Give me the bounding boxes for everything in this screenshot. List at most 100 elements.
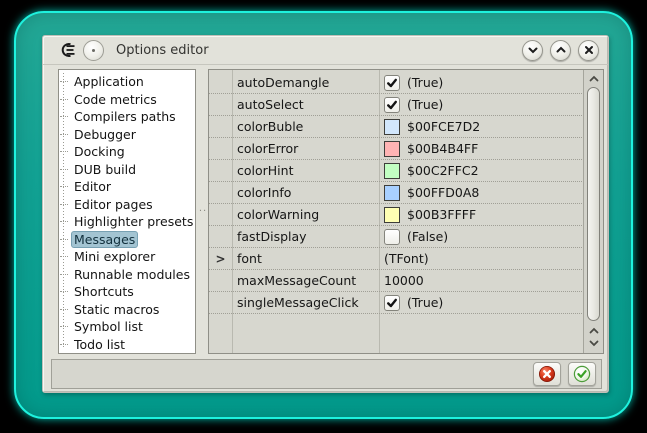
checkbox-checked[interactable] [384,97,400,113]
property-row-singlemessageclick[interactable]: singleMessageClick (True) [209,292,582,314]
window-menu-button[interactable] [83,40,104,61]
color-swatch[interactable] [384,119,400,135]
property-value[interactable]: 10000 [379,273,582,288]
chevron-up-icon [588,326,600,335]
color-swatch[interactable] [384,141,400,157]
expand-arrow-icon[interactable]: > [209,252,232,266]
shade-button[interactable] [522,40,543,61]
property-value[interactable]: $00B3FFFF [379,207,582,223]
sidebar-item-label: Editor pages [71,197,156,212]
color-swatch[interactable] [384,207,400,223]
sidebar-item-application[interactable]: Application [59,73,195,91]
tree-branch-icon [60,291,68,292]
sidebar-item-highlighter-presets[interactable]: Highlighter presets [59,213,195,231]
sidebar-item-static-macros[interactable]: Static macros [59,301,195,319]
tree-branch-icon [60,204,68,205]
property-name: colorInfo [232,185,379,200]
checkmark-icon [386,297,398,309]
property-row-maxmessagecount[interactable]: maxMessageCount10000 [209,270,582,292]
property-name: colorHint [232,163,379,178]
sidebar-item-editor[interactable]: Editor [59,178,195,196]
property-name: colorWarning [232,207,379,222]
property-name: autoDemangle [232,75,379,90]
sidebar-item-shortcuts[interactable]: Shortcuts [59,283,195,301]
property-value[interactable]: $00B4B4FF [379,141,582,157]
sidebar-item-label: Highlighter presets [71,214,196,229]
property-value[interactable]: (True) [379,295,582,311]
dot-icon [92,49,95,52]
property-value-text: $00C2FFC2 [407,163,479,178]
property-name: maxMessageCount [232,273,379,288]
property-row-colorhint[interactable]: colorHint $00C2FFC2 [209,160,582,182]
scroll-up-button-bottom[interactable] [586,324,601,337]
close-button[interactable] [578,40,599,61]
desktop-background: Options editor ApplicationCode metricsCo… [0,0,647,433]
color-swatch[interactable] [384,163,400,179]
property-name: singleMessageClick [232,295,379,310]
sidebar-item-symbol-list[interactable]: Symbol list [59,318,195,336]
grid-vertical-scrollbar[interactable] [583,70,603,353]
accept-button[interactable] [568,362,596,386]
sidebar-item-label: Debugger [71,127,139,142]
splitter[interactable]: ·· [198,69,208,354]
checkbox-checked[interactable] [384,75,400,91]
chevron-down-icon [527,44,539,56]
sidebar-item-label: Symbol list [71,319,146,334]
property-name: font [232,251,379,266]
property-row-fastdisplay[interactable]: fastDisplay(False) [209,226,582,248]
red-cross-icon [538,365,556,383]
property-value-text: (True) [407,295,443,310]
scrollbar-thumb[interactable] [587,87,600,321]
property-row-font[interactable]: >font(TFont) [209,248,582,270]
sidebar-tree[interactable]: ApplicationCode metricsCompilers paths De… [58,69,196,354]
tree-branch-icon [60,151,68,152]
tree-branch-icon [60,169,68,170]
property-value[interactable]: $00FCE7D2 [379,119,582,135]
checkmark-icon [386,77,398,89]
sidebar-item-label: Mini explorer [71,249,158,264]
titlebar-buttons [522,40,599,61]
scroll-up-button[interactable] [586,72,601,85]
property-value-text: $00B4B4FF [407,141,478,156]
titlebar[interactable]: Options editor [43,36,608,65]
checkbox-unchecked[interactable] [384,229,400,245]
close-x-icon [583,44,595,56]
chevron-down-icon [588,339,600,348]
tree-branch-icon [60,81,68,82]
property-value[interactable]: (True) [379,97,582,113]
sidebar-item-label: Static macros [71,302,162,317]
property-value-text: (True) [407,75,443,90]
checkbox-checked[interactable] [384,295,400,311]
property-grid[interactable]: autoDemangle(True)autoSelect(True)colorB… [208,69,604,354]
sidebar-item-messages[interactable]: Messages [59,231,195,249]
property-row-colorerror[interactable]: colorError$00B4B4FF [209,138,582,160]
sidebar-item-editor-pages[interactable]: Editor pages [59,196,195,214]
sidebar-item-label: Docking [71,144,128,159]
property-value[interactable]: $00C2FFC2 [379,163,582,179]
property-value-text: (False) [407,229,448,244]
sidebar-item-compilers-paths[interactable]: Compilers paths [59,108,195,126]
property-row-autoselect[interactable]: autoSelect(True) [209,94,582,116]
sidebar-item-label: Compilers paths [71,109,179,124]
property-row-colorinfo[interactable]: colorInfo$00FFD0A8 [209,182,582,204]
color-swatch[interactable] [384,185,400,201]
property-value[interactable]: (True) [379,75,582,91]
sidebar-item-code-metrics[interactable]: Code metrics [59,91,195,109]
property-value[interactable]: $00FFD0A8 [379,185,582,201]
property-row-colorwarning[interactable]: colorWarning$00B3FFFF [209,204,582,226]
property-value[interactable]: (TFont) [379,251,582,266]
property-value[interactable]: (False) [379,229,582,245]
cancel-button[interactable] [533,362,561,386]
sidebar-item-runnable-modules[interactable]: Runnable modules [59,266,195,284]
sidebar-item-todo-list[interactable]: Todo list [59,336,195,354]
unshade-button[interactable] [550,40,571,61]
sidebar-item-mini-explorer[interactable]: Mini explorer [59,248,195,266]
sidebar-item-debugger[interactable]: Debugger [59,126,195,144]
property-name: autoSelect [232,97,379,112]
property-row-colorbuble[interactable]: colorBuble$00FCE7D2 [209,116,582,138]
sidebar-item-dub-build[interactable]: DUB build [59,161,195,179]
sidebar-item-docking[interactable]: Docking [59,143,195,161]
scroll-down-button[interactable] [586,337,601,350]
window-frame: Options editor ApplicationCode metricsCo… [14,11,633,419]
property-row-autodemangle[interactable]: autoDemangle (True) [209,72,582,94]
